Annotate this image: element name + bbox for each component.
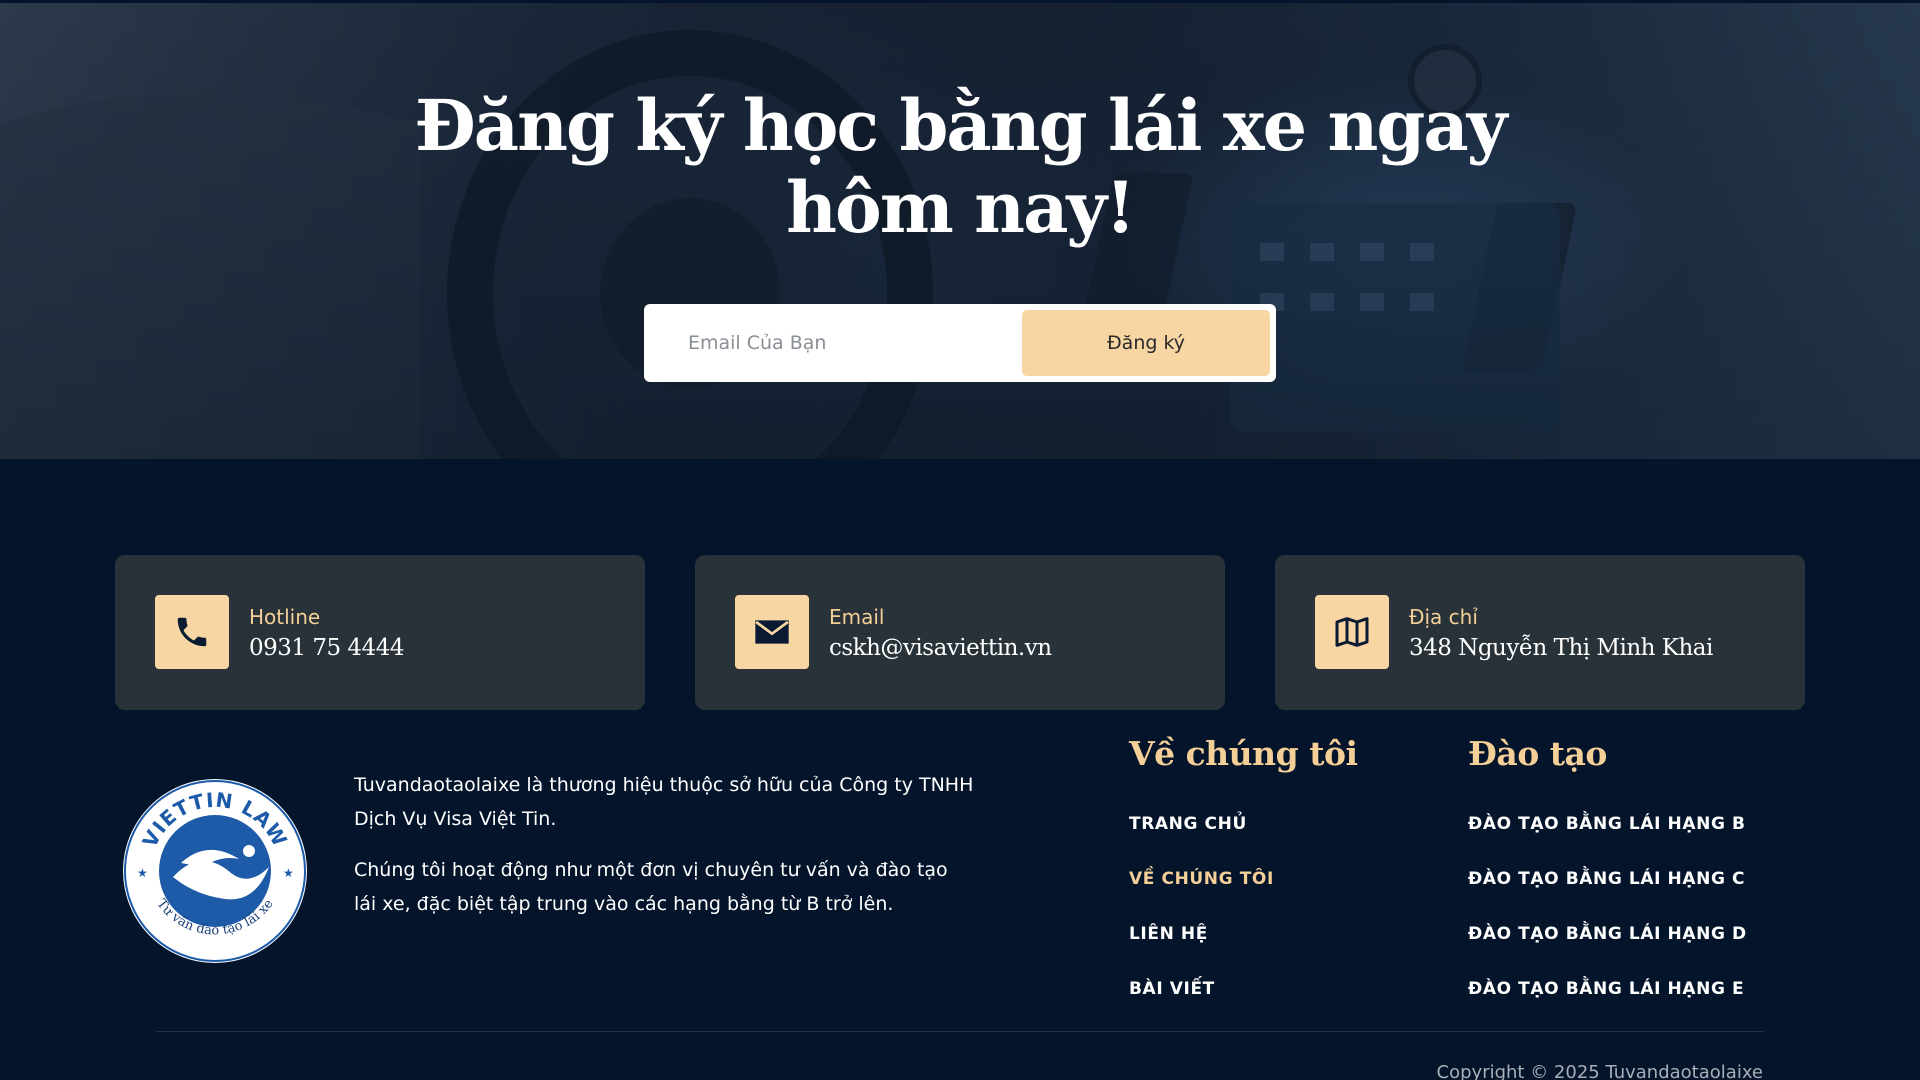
envelope-icon xyxy=(755,620,789,644)
map-icon xyxy=(1335,617,1369,647)
footer-link-class-c[interactable]: ĐÀO TẠO BẰNG LÁI HẠNG C xyxy=(1468,869,1745,889)
contact-label: Địa chỉ xyxy=(1409,605,1478,629)
footer-link-about-us[interactable]: VỀ CHÚNG TÔI xyxy=(1129,869,1274,889)
hero-section: Đăng ký học bằng lái xe ngay hôm nay! Đă… xyxy=(0,3,1920,459)
hero-title-line-2: hôm nay! xyxy=(786,166,1136,249)
about-us-links: TRANG CHỦ VỀ CHÚNG TÔI LIÊN HỆ BÀI VIẾT xyxy=(1129,814,1274,1034)
map-icon-box xyxy=(1315,595,1389,669)
footer-divider xyxy=(156,1031,1764,1032)
phone-icon-box xyxy=(155,595,229,669)
envelope-icon-box xyxy=(735,595,809,669)
hero-title: Đăng ký học bằng lái xe ngay hôm nay! xyxy=(0,85,1920,249)
contact-card-address: Địa chỉ 348 Nguyễn Thị Minh Khai xyxy=(1275,555,1805,710)
email-address[interactable]: cskh@visaviettin.vn xyxy=(829,635,1052,661)
about-description: Tuvandaotaolaixe là thương hiệu thuộc sở… xyxy=(354,768,974,921)
contact-card-email: Email cskh@visaviettin.vn xyxy=(695,555,1225,710)
contact-card-hotline: Hotline 0931 75 4444 xyxy=(115,555,645,710)
footer-link-posts[interactable]: BÀI VIẾT xyxy=(1129,979,1215,999)
training-links: ĐÀO TẠO BẰNG LÁI HẠNG B ĐÀO TẠO BẰNG LÁI… xyxy=(1468,814,1747,1034)
training-heading: Đào tạo xyxy=(1468,734,1607,773)
footer-link-class-b[interactable]: ĐÀO TẠO BẰNG LÁI HẠNG B xyxy=(1468,814,1746,834)
address-text: 348 Nguyễn Thị Minh Khai xyxy=(1409,635,1713,661)
phone-icon xyxy=(177,617,207,647)
hotline-number[interactable]: 0931 75 4444 xyxy=(249,635,404,661)
hero-title-line-1: Đăng ký học bằng lái xe ngay xyxy=(414,84,1508,167)
copyright-text: Copyright © 2025 Tuvandaotaolaixe xyxy=(1436,1062,1763,1080)
subscribe-button[interactable]: Đăng ký xyxy=(1022,310,1270,376)
email-input[interactable] xyxy=(660,312,1040,374)
contact-label: Email xyxy=(829,605,885,629)
viettin-law-logo: VIETTIN LAW Tư vấn đào tạo lái xe ★ ★ xyxy=(123,779,307,963)
svg-text:★: ★ xyxy=(137,866,148,880)
svg-text:★: ★ xyxy=(283,866,294,880)
about-paragraph-2: Chúng tôi hoạt động như một đơn vị chuyê… xyxy=(354,859,948,915)
contact-label: Hotline xyxy=(249,605,321,629)
footer-link-class-d[interactable]: ĐÀO TẠO BẰNG LÁI HẠNG D xyxy=(1468,924,1747,944)
footer-link-contact[interactable]: LIÊN HỆ xyxy=(1129,924,1208,944)
footer-link-home[interactable]: TRANG CHỦ xyxy=(1129,814,1247,834)
about-us-heading: Về chúng tôi xyxy=(1129,734,1358,773)
footer-link-class-e[interactable]: ĐÀO TẠO BẰNG LÁI HẠNG E xyxy=(1468,979,1744,999)
about-paragraph-1: Tuvandaotaolaixe là thương hiệu thuộc sở… xyxy=(354,774,974,830)
subscribe-form: Đăng ký xyxy=(644,304,1276,382)
